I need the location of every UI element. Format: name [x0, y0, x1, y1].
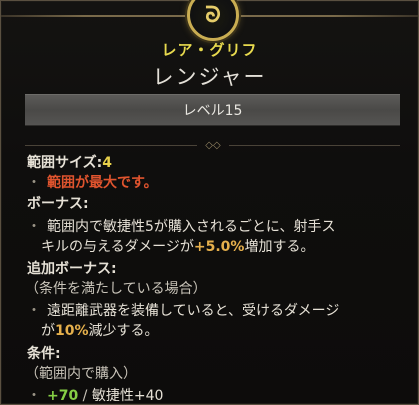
glyph-tooltip: ᘐ レア・グリフ レンジャー レベル15 ◇◇ 範囲サイズ:4 ・範囲が最大です… — [0, 0, 419, 405]
glyph-emblem-icon: ᘐ — [187, 0, 239, 41]
bonus-value: +5.0% — [193, 239, 245, 255]
requirement-progress-row: ・ +70 / 敏捷性+40 — [27, 388, 164, 404]
requirement-current: +70 — [47, 388, 79, 404]
level-bar: レベル15 — [25, 94, 400, 126]
extra-bonus-value: 10% — [55, 323, 89, 339]
bullet-icon: ・ — [27, 388, 41, 404]
extra-bonus-line-2: が10%減少する。 — [41, 323, 159, 339]
range-size-value: 4 — [102, 155, 112, 171]
bonus-header: ボーナス: — [27, 196, 89, 212]
glyph-name: レンジャー — [152, 65, 267, 89]
divider-ornament-icon: ◇◇ — [205, 140, 221, 151]
extra-bonus-header: 追加ボーナス: — [27, 261, 117, 277]
range-max-text: 範囲が最大です。 — [47, 175, 158, 191]
bonus-line-2: キルの与えるダメージが+5.0%増加する。 — [41, 239, 315, 255]
range-size-label: 範囲サイズ: — [27, 155, 103, 171]
range-size-row: 範囲サイズ:4 — [27, 154, 112, 172]
section-divider: ◇◇ — [25, 141, 400, 151]
requirement-condition: （範囲内で購入） — [25, 366, 137, 382]
requirement-target: 敏捷性+40 — [91, 388, 164, 404]
bonus-line-1: ・範囲内で敏捷性5が購入されるごとに、射手ス — [27, 219, 336, 235]
rarity-label: レア・グリフ — [161, 41, 258, 59]
range-max-row: ・範囲が最大です。 — [27, 174, 158, 192]
bullet-icon: ・ — [27, 175, 41, 191]
bullet-icon: ・ — [27, 303, 41, 319]
requirement-header: 条件: — [27, 346, 61, 362]
bullet-icon: ・ — [27, 219, 41, 235]
extra-bonus-condition: （条件を満たしている場合） — [25, 281, 207, 297]
extra-bonus-line-1: ・遠距離武器を装備していると、受けるダメージ — [27, 303, 340, 319]
level-label: レベル15 — [182, 103, 243, 119]
